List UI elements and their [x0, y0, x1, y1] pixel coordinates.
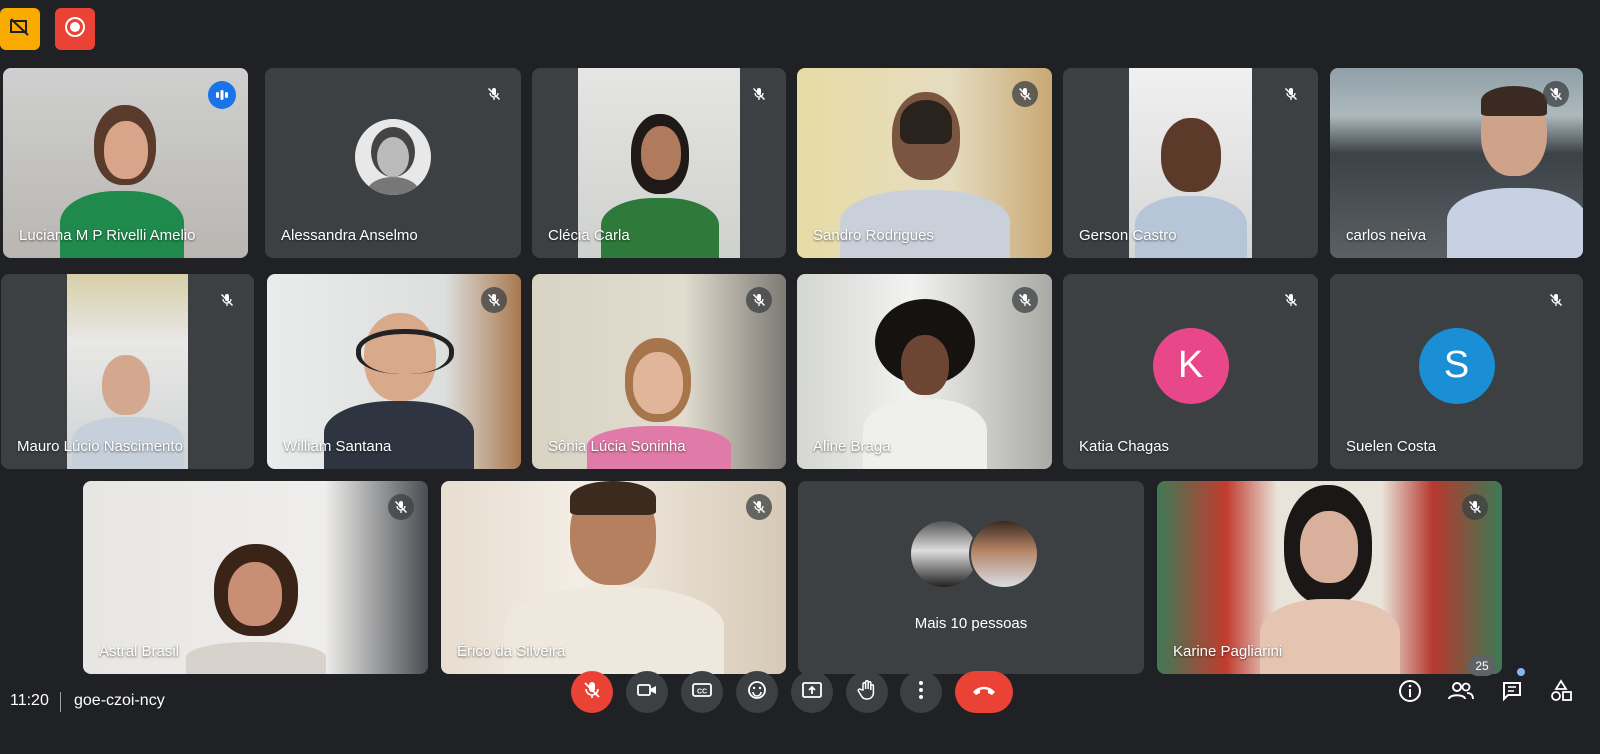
hang-up-icon	[971, 683, 997, 701]
participant-name: Astral Brasil	[99, 643, 180, 660]
raise-hand-icon	[857, 679, 877, 706]
participant-tile-clecia[interactable]: Clécia Carla	[532, 68, 786, 258]
svg-text:CC: CC	[697, 688, 707, 695]
mic-off-icon	[388, 494, 414, 520]
participant-name: Gerson Castro	[1079, 227, 1177, 244]
no-presenting-icon	[9, 17, 31, 42]
mic-off-icon	[481, 81, 507, 107]
bottom-toolbar: 11:20 goe-czoi-ncy CC 25	[0, 656, 1600, 754]
chat-notification-dot	[1517, 668, 1525, 676]
meeting-details-button[interactable]	[1395, 678, 1425, 708]
avatar	[355, 119, 431, 195]
participant-name: Mauro Lúcio Nascimento	[17, 438, 183, 455]
mic-off-icon	[1543, 287, 1569, 313]
mic-off-icon	[481, 287, 507, 313]
recording-icon	[64, 16, 86, 43]
participant-tile-sonia[interactable]: Sônia Lúcia Soninha	[532, 274, 786, 469]
participant-name: Katia Chagas	[1079, 438, 1170, 455]
participant-tile-astral[interactable]: Astral Brasil	[83, 481, 428, 674]
more-people-label: Mais 10 pessoas	[914, 615, 1028, 632]
mic-off-icon	[746, 287, 772, 313]
participant-tile-william[interactable]: William Santana	[267, 274, 521, 469]
avatar: S	[1418, 327, 1495, 404]
captions-icon: CC	[691, 682, 713, 703]
participant-tile-alessandra[interactable]: Alessandra Anselmo	[265, 68, 521, 258]
participant-name: Érico da Silveira	[457, 643, 566, 660]
info-icon	[1398, 679, 1422, 708]
captions-button[interactable]: CC	[681, 671, 723, 713]
mic-toggle-button[interactable]	[571, 671, 613, 713]
participant-tile-sandro[interactable]: Sandro Rodrigues	[797, 68, 1052, 258]
participant-tile-luciana[interactable]: Luciana M P Rivelli Amelio	[3, 68, 248, 258]
participant-avatars-group	[909, 519, 1039, 589]
participant-name: Suelen Costa	[1346, 438, 1437, 455]
participant-tile-erico[interactable]: Érico da Silveira	[441, 481, 786, 674]
reactions-button[interactable]	[736, 671, 778, 713]
presentation-blocked-badge[interactable]	[0, 8, 40, 50]
more-options-icon	[918, 680, 924, 705]
mic-off-icon	[582, 680, 602, 705]
participant-name: Karine Pagliarini	[1173, 643, 1283, 660]
camera-toggle-button[interactable]	[626, 671, 668, 713]
participant-name: Aline Braga	[813, 438, 891, 455]
present-now-button[interactable]	[791, 671, 833, 713]
participant-tile-katia[interactable]: K Katia Chagas	[1063, 274, 1318, 469]
meeting-time: 11:20	[10, 692, 49, 709]
mic-off-icon	[1462, 494, 1488, 520]
chat-icon	[1501, 680, 1523, 707]
mic-off-icon	[1012, 287, 1038, 313]
mic-off-icon	[214, 287, 240, 313]
avatar: K	[1152, 327, 1229, 404]
speaking-indicator-icon	[208, 81, 236, 109]
participant-tile-aline[interactable]: Aline Braga	[797, 274, 1052, 469]
participant-name: Clécia Carla	[548, 227, 630, 244]
mic-off-icon	[746, 494, 772, 520]
participant-name: Alessandra Anselmo	[281, 227, 418, 244]
avatar	[969, 519, 1039, 589]
divider	[60, 692, 61, 712]
participant-name: William Santana	[283, 438, 392, 455]
mic-off-icon	[1012, 81, 1038, 107]
participant-tile-mauro[interactable]: Mauro Lúcio Nascimento	[1, 274, 254, 469]
recording-badge[interactable]	[55, 8, 95, 50]
more-participants-tile[interactable]: Mais 10 pessoas	[798, 481, 1144, 674]
present-icon	[801, 681, 823, 704]
people-button[interactable]	[1446, 678, 1476, 708]
mic-off-icon	[1278, 81, 1304, 107]
meeting-code: goe-czoi-ncy	[74, 692, 165, 709]
mic-off-icon	[746, 81, 772, 107]
more-options-button[interactable]	[900, 671, 942, 713]
mic-off-icon	[1278, 287, 1304, 313]
participant-name: Sônia Lúcia Soninha	[548, 438, 686, 455]
participant-tile-carlos[interactable]: carlos neiva	[1330, 68, 1583, 258]
people-icon	[1448, 681, 1474, 706]
activities-icon	[1549, 678, 1573, 708]
mic-off-icon	[1543, 81, 1569, 107]
raise-hand-button[interactable]	[846, 671, 888, 713]
participant-name: carlos neiva	[1346, 227, 1427, 244]
leave-call-button[interactable]	[955, 671, 1013, 713]
participant-tile-gerson[interactable]: Gerson Castro	[1063, 68, 1318, 258]
activities-button[interactable]	[1546, 678, 1576, 708]
participant-name: Luciana M P Rivelli Amelio	[19, 227, 196, 244]
participant-name: Sandro Rodrigues	[813, 227, 934, 244]
people-count-badge: 25	[1468, 656, 1496, 676]
participant-tile-karine[interactable]: Karine Pagliarini	[1157, 481, 1502, 674]
chat-button[interactable]	[1497, 678, 1527, 708]
camera-icon	[636, 682, 658, 703]
emoji-icon	[747, 680, 767, 705]
participant-tile-suelen[interactable]: S Suelen Costa	[1330, 274, 1583, 469]
